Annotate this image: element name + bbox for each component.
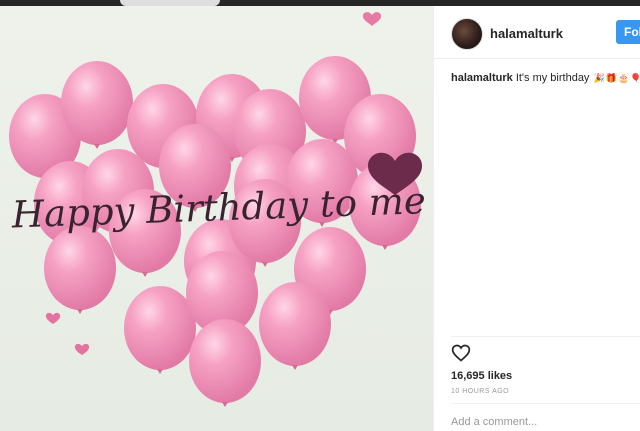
avatar[interactable] [451,18,483,50]
comment-input[interactable]: Add a comment... [451,416,537,428]
emoji-2: 🎁 [605,72,617,83]
like-heart-icon[interactable] [451,343,471,363]
birthday-balloons-image: Happy Birthday to me [0,6,433,431]
follow-button[interactable]: Follo [616,20,640,44]
post-header: halamalturk Follo [434,6,640,59]
emoji-1: 🎉 [593,72,605,83]
emoji-3: 🎂 [617,72,630,83]
caption-username[interactable]: halamalturk [451,72,513,84]
caption-text: It's my birthday [515,72,590,84]
divider [451,336,640,337]
caption: halamalturk It's my birthday 🎉🎁🎂🎈❤ [451,72,640,84]
post-image[interactable]: Happy Birthday to me [0,6,433,431]
balloon [61,61,133,145]
balloon [259,282,331,366]
likes-count[interactable]: 16,695 likes [451,370,512,382]
emoji-4: 🎈 [630,72,640,83]
balloon [124,286,196,370]
balloon [189,319,261,403]
balloon [44,226,116,310]
header-username[interactable]: halamalturk [490,26,563,41]
post-side-panel: halamalturk Follo halamalturk It's my bi… [433,6,640,431]
post-time: 10 HOURS AGO [451,388,510,395]
divider [451,403,640,404]
